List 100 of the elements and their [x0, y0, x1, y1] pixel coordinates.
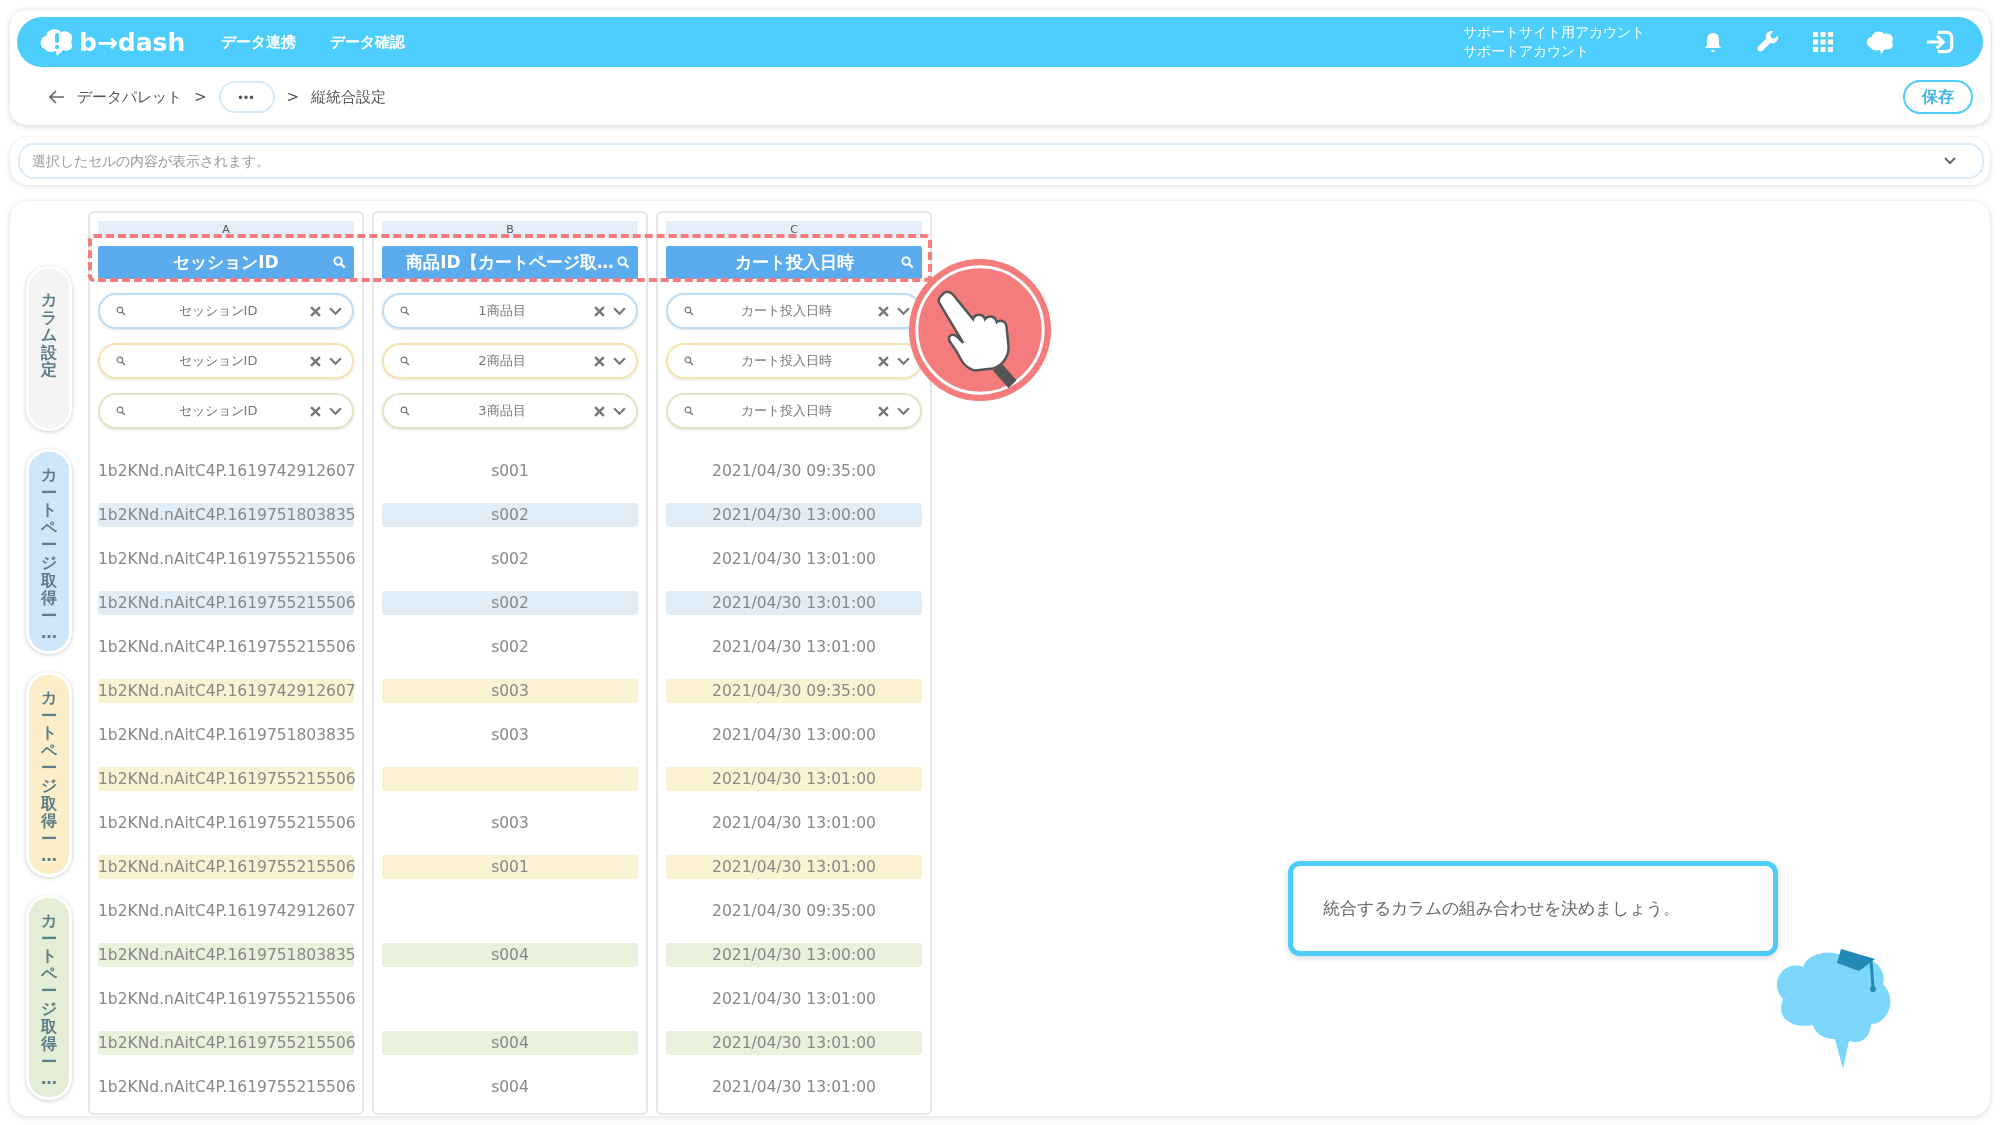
clear-icon[interactable]	[878, 355, 889, 367]
table-cell-text: 1b2KNd.nAitC4P.1619742912607	[98, 461, 354, 482]
chevron-down-icon[interactable]	[613, 306, 626, 316]
chevron-down-icon[interactable]	[897, 306, 910, 316]
filter-field[interactable]: 2商品目	[382, 343, 638, 379]
filter-field[interactable]: セッションID	[98, 393, 354, 429]
table-cell: 2021/04/30 13:01:00	[666, 1031, 922, 1055]
table-cell-text: 1b2KNd.nAitC4P.1619755215506	[98, 813, 354, 834]
side-tab[interactable]: カートページ取得ー…	[26, 895, 72, 1100]
search-icon	[400, 306, 410, 316]
table-cell: 1b2KNd.nAitC4P.1619751803835	[98, 943, 354, 967]
chevron-down-icon[interactable]	[329, 406, 342, 416]
more-button[interactable]: •••	[218, 81, 275, 113]
table-cell: 2021/04/30 13:00:00	[666, 503, 922, 527]
column-header-button[interactable]: 商品ID【カートページ取…	[382, 246, 638, 279]
account-name: サポートアカウント	[1463, 42, 1590, 61]
table-cell: 2021/04/30 09:35:00	[666, 679, 922, 703]
filter-value: カート投入日時	[739, 302, 833, 320]
table-cell: s001	[382, 855, 638, 879]
search-icon	[116, 306, 126, 316]
filter-value: 3商品目	[477, 402, 527, 420]
table-cell-text: s003	[490, 813, 530, 834]
table-cell: s003	[382, 679, 638, 703]
table-cell-text: 2021/04/30 09:35:00	[711, 461, 877, 482]
side-tab[interactable]: カートページ取得ー…	[26, 449, 72, 654]
clear-icon[interactable]	[594, 355, 605, 367]
table-cell-text: 1b2KNd.nAitC4P.1619755215506	[98, 989, 354, 1010]
table-cell: s004	[382, 943, 638, 967]
table-cell: 2021/04/30 13:00:00	[666, 943, 922, 967]
filter-field[interactable]: 1商品目	[382, 293, 638, 329]
filter-value: セッションID	[177, 302, 259, 320]
table-cell-text: s002	[490, 549, 530, 570]
table-cell-text: s004	[490, 1077, 530, 1098]
table-cell-text: 1b2KNd.nAitC4P.1619755215506	[98, 637, 354, 658]
search-icon	[400, 356, 410, 366]
filter-field[interactable]: セッションID	[98, 293, 354, 329]
side-tab-label: カートページ取得ー…	[41, 912, 57, 1091]
chevron-down-icon[interactable]	[897, 356, 910, 366]
chevron-down-icon[interactable]	[329, 306, 342, 316]
filter-value: カート投入日時	[739, 352, 833, 370]
search-icon	[116, 406, 126, 416]
search-icon	[684, 356, 694, 366]
clear-icon[interactable]	[878, 305, 889, 317]
clear-icon[interactable]	[310, 405, 321, 417]
logo-icon	[39, 27, 75, 57]
side-tab-label: カラム設定	[41, 291, 57, 382]
search-icon[interactable]	[333, 256, 346, 269]
table-cell-text: 1b2KNd.nAitC4P.1619755215506	[98, 549, 354, 570]
table-cell-text: 1b2KNd.nAitC4P.1619755215506	[98, 1077, 354, 1098]
table-cell-text: 1b2KNd.nAitC4P.1619742912607	[98, 901, 354, 922]
filter-field[interactable]: セッションID	[98, 343, 354, 379]
table-cell-text: 2021/04/30 09:35:00	[711, 901, 877, 922]
clear-icon[interactable]	[594, 305, 605, 317]
table-cell: 1b2KNd.nAitC4P.1619755215506	[98, 1031, 354, 1055]
table-cell-text: s001	[490, 461, 530, 482]
chevron-down-icon[interactable]	[329, 356, 342, 366]
clear-icon[interactable]	[310, 305, 321, 317]
clear-icon[interactable]	[878, 405, 889, 417]
table-cell-text: 2021/04/30 13:01:00	[711, 1077, 877, 1098]
side-tab[interactable]: カラム設定	[26, 266, 72, 431]
side-tab[interactable]: カートページ取得ー…	[26, 672, 72, 877]
breadcrumb-item: 縦統合設定	[311, 87, 387, 107]
clear-icon[interactable]	[310, 355, 321, 367]
breadcrumb-item[interactable]: データパレット	[77, 87, 182, 107]
table-cell: 2021/04/30 13:01:00	[666, 591, 922, 615]
table-cell: 1b2KNd.nAitC4P.1619755215506	[98, 855, 354, 879]
side-tab-label: カートページ取得ー…	[41, 466, 57, 645]
filter-value: セッションID	[177, 352, 259, 370]
side-tab-label: カートページ取得ー…	[41, 689, 57, 868]
table-cell: 1b2KNd.nAitC4P.1619755215506	[98, 591, 354, 615]
account-name: サポートサイト用アカウント	[1463, 23, 1645, 42]
table-cell-text: 2021/04/30 13:01:00	[711, 637, 877, 658]
breadcrumb-separator: >	[286, 88, 300, 106]
table-cell: 1b2KNd.nAitC4P.1619755215506	[98, 767, 354, 791]
column-header-button[interactable]: セッションID	[98, 246, 354, 279]
search-icon	[116, 356, 126, 366]
chevron-down-icon[interactable]	[613, 356, 626, 366]
back-arrow-icon[interactable]	[49, 90, 65, 104]
table-cell-text: s003	[490, 725, 530, 746]
search-icon	[684, 406, 694, 416]
search-icon[interactable]	[901, 256, 914, 269]
column-header-button[interactable]: カート投入日時	[666, 246, 922, 279]
chevron-down-icon[interactable]	[613, 406, 626, 416]
filter-value: 1商品目	[477, 302, 527, 320]
table-cell-text: 2021/04/30 13:01:00	[711, 549, 877, 570]
table-cell: s002	[382, 591, 638, 615]
filter-value: 2商品目	[477, 352, 527, 370]
search-icon[interactable]	[617, 256, 630, 269]
chevron-down-icon[interactable]	[897, 406, 910, 416]
filter-field[interactable]: カート投入日時	[666, 393, 922, 429]
table-cell: s002	[382, 503, 638, 527]
table-cell: s004	[382, 1031, 638, 1055]
clear-icon[interactable]	[594, 405, 605, 417]
cell-content-field[interactable]: 選択したセルの内容が表示されます。	[10, 137, 1990, 185]
table-cell-text: s002	[490, 637, 530, 658]
search-icon	[684, 306, 694, 316]
breadcrumb-separator: >	[194, 88, 207, 106]
table-cell: 2021/04/30 13:01:00	[666, 855, 922, 879]
filter-field[interactable]: 3商品目	[382, 393, 638, 429]
search-icon	[400, 406, 410, 416]
